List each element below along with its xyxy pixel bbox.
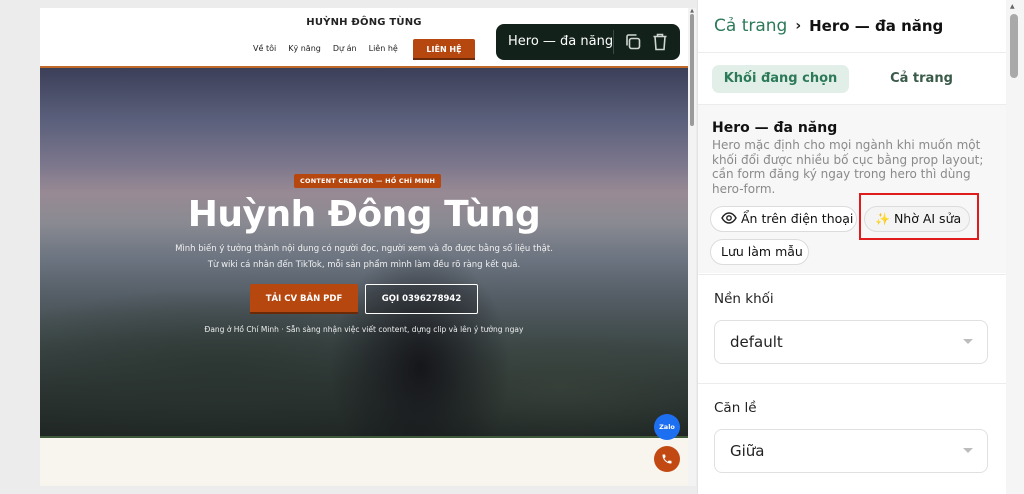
hero-subtitle-line1: Mình biến ý tưởng thành nội dung có ngườ… xyxy=(175,244,553,254)
phone-icon xyxy=(662,454,672,464)
duplicate-block-button[interactable] xyxy=(624,33,642,51)
call-button[interactable]: GỌI 0396278942 xyxy=(365,284,478,314)
nav-item-skills[interactable]: Kỹ năng xyxy=(288,44,321,53)
hero-subtitle-line2: Từ wiki cá nhân đến TikTok, mỗi sản phẩm… xyxy=(207,260,521,270)
block-toolbar-label: Hero — đa năng xyxy=(508,34,614,49)
chevron-down-icon xyxy=(963,339,973,344)
eye-icon xyxy=(721,212,737,224)
alignment-label: Căn lề xyxy=(714,400,757,416)
hero-title: Huỳnh Đông Tùng xyxy=(187,194,541,235)
delete-block-button[interactable] xyxy=(652,32,668,52)
breadcrumb-current: Hero — đa năng xyxy=(809,17,944,35)
block-toolbar: Hero — đa năng xyxy=(496,24,680,60)
site-nav: Về tôi Kỹ năng Dự án Liên hệ xyxy=(253,44,398,53)
panel-scrollbar-thumb[interactable] xyxy=(1010,14,1018,78)
copy-icon xyxy=(626,34,641,50)
hide-on-mobile-label: Ẩn trên điện thoại xyxy=(741,211,854,226)
chevron-down-icon xyxy=(963,448,973,453)
hero-section[interactable]: CONTENT CREATOR — HỒ CHÍ MINH Huỳnh Đông… xyxy=(40,66,688,438)
nav-item-projects[interactable]: Dự án xyxy=(333,44,357,53)
page-preview: HUỲNH ĐÔNG TÙNG Về tôi Kỹ năng Dự án Liê… xyxy=(40,8,696,486)
settings-panel: Cả trang › Hero — đa năng Khối đang chọn… xyxy=(697,0,1024,494)
alignment-select[interactable]: Giữa xyxy=(714,429,988,473)
background-select-value: default xyxy=(730,333,783,351)
next-section xyxy=(40,438,688,486)
save-as-template-button[interactable]: Lưu làm mẫu xyxy=(710,239,809,265)
breadcrumb: Cả trang › Hero — đa năng xyxy=(714,16,943,36)
nav-item-about[interactable]: Về tôi xyxy=(253,44,276,53)
hide-on-mobile-button[interactable]: Ẩn trên điện thoại xyxy=(710,206,857,232)
tab-selected-block[interactable]: Khối đang chọn xyxy=(712,65,849,93)
tab-whole-page[interactable]: Cả trang xyxy=(853,65,990,93)
hero-note: Đang ở Hồ Chí Minh · Sẵn sàng nhận việc … xyxy=(204,325,524,334)
nav-contact-button[interactable]: LIÊN HỆ xyxy=(413,39,475,60)
background-select[interactable]: default xyxy=(714,320,988,364)
zalo-button[interactable]: Zalo xyxy=(654,414,680,440)
scroll-up-arrow-icon[interactable]: ▲ xyxy=(1010,3,1015,10)
download-cv-button-shadow xyxy=(250,312,358,314)
alignment-select-value: Giữa xyxy=(730,442,765,460)
trash-icon xyxy=(653,33,667,51)
chevron-right-icon: › xyxy=(795,18,802,34)
hero-badge: CONTENT CREATOR — HỒ CHÍ MINH xyxy=(294,174,442,188)
highlight-box xyxy=(859,193,979,240)
preview-scrollbar-thumb[interactable] xyxy=(690,14,694,126)
block-name: Hero — đa năng xyxy=(712,120,838,136)
download-cv-button[interactable]: TẢI CV BẢN PDF xyxy=(250,284,358,314)
nav-item-contact[interactable]: Liên hệ xyxy=(369,44,398,53)
divider xyxy=(698,383,1006,384)
block-description: Hero mặc định cho mọi ngành khi muốn một… xyxy=(712,138,984,196)
nav-contact-button-shadow xyxy=(413,58,475,60)
toolbar-divider xyxy=(613,30,614,54)
divider xyxy=(698,52,1006,53)
background-label: Nền khối xyxy=(714,291,774,307)
phone-button[interactable] xyxy=(654,446,680,472)
breadcrumb-root-link[interactable]: Cả trang xyxy=(714,16,787,36)
divider xyxy=(698,274,1006,275)
